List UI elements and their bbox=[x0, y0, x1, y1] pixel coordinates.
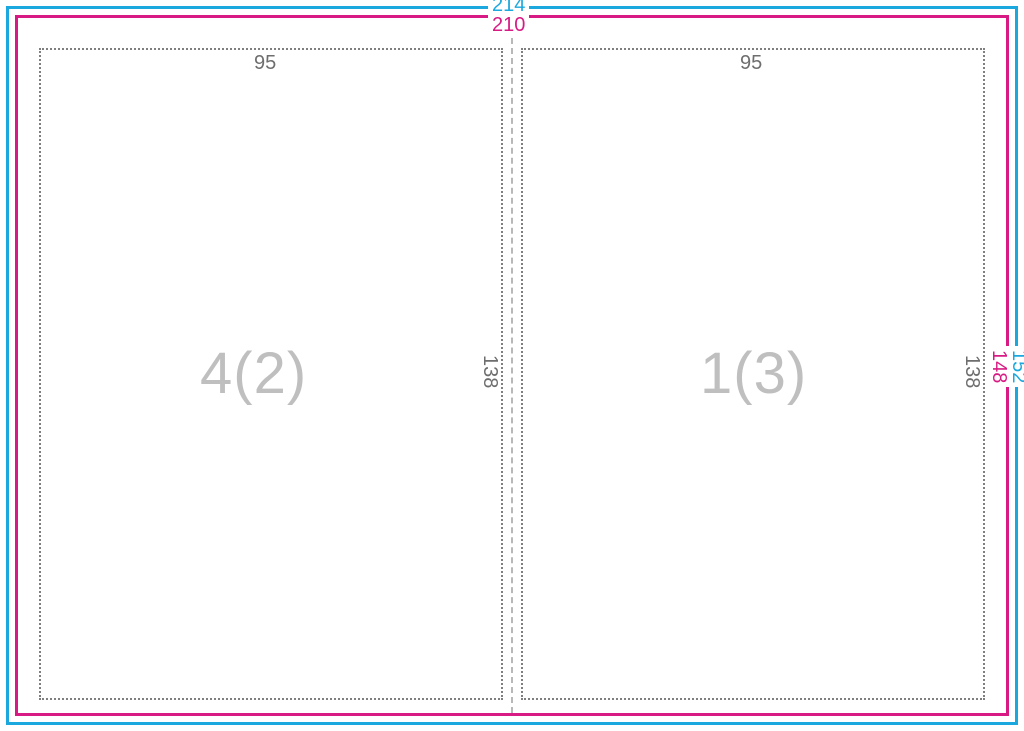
panel-label-right: 1(3) bbox=[700, 340, 807, 407]
safe-width-right: 95 bbox=[740, 52, 762, 75]
print-template: 4(2) 1(3) 95 95 138 138 214 210 152 148 bbox=[0, 0, 1024, 731]
safe-width-left: 95 bbox=[254, 52, 276, 75]
trim-width-label: 210 bbox=[488, 14, 529, 37]
panel-label-left: 4(2) bbox=[200, 340, 307, 407]
safe-height-right: 138 bbox=[960, 355, 983, 388]
trim-height-label: 148 bbox=[987, 346, 1010, 387]
safe-height-left: 138 bbox=[478, 355, 501, 388]
fold-line bbox=[511, 18, 513, 713]
